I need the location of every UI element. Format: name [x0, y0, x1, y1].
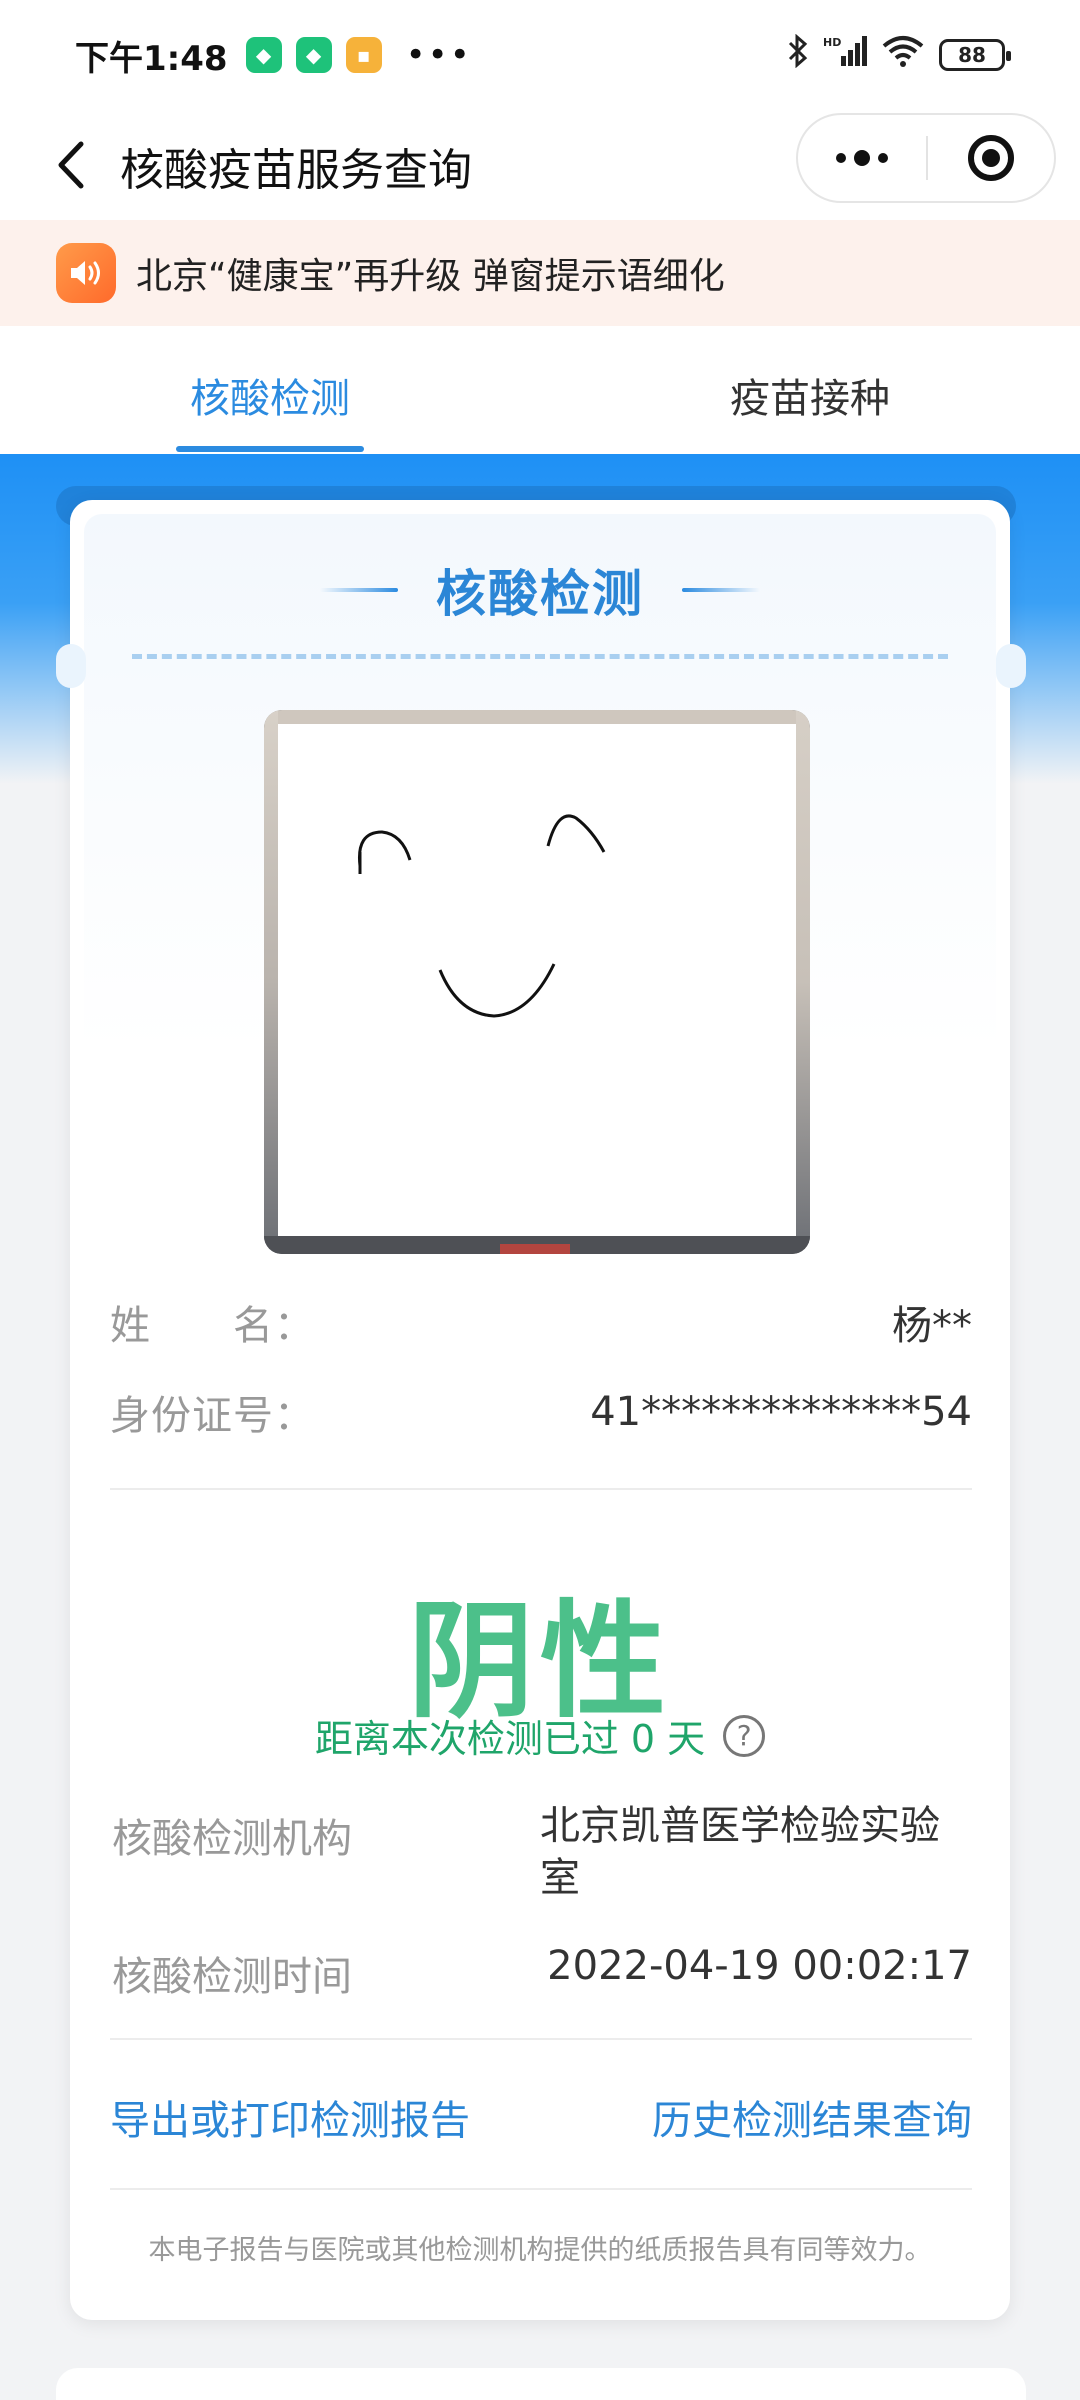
active-tab-indicator [176, 446, 364, 452]
next-card-peek [56, 2368, 1026, 2400]
export-report-link[interactable]: 导出或打印检测报告 [110, 2088, 470, 2146]
institution-value-line2: 室 [540, 1855, 580, 1901]
battery-icon: 88 [939, 39, 1011, 71]
notice-banner[interactable]: 北京“健康宝”再升级 弹窗提示语细化 [0, 220, 1080, 326]
title-decoration-right [682, 588, 760, 592]
name-row: 姓 名： 杨** [110, 1292, 972, 1352]
tab-vaccination[interactable]: 疫苗接种 [730, 366, 890, 424]
card-title-wrap: 核酸检测 [70, 560, 1010, 623]
test-time-value: 2022-04-19 00:02:17 [547, 1943, 972, 1989]
test-time-label: 核酸检测时间 [112, 1954, 352, 2000]
svg-text:HD: HD [823, 36, 841, 49]
institution-value-line1: 北京凯普医学检验实验 [540, 1803, 940, 1849]
id-row: 身份证号： 41**************54 [110, 1382, 972, 1442]
days-since-test: 距离本次检测已过 0 天 ? [70, 1708, 1010, 1763]
bluetooth-icon [787, 33, 809, 76]
help-icon[interactable]: ? [723, 1714, 766, 1757]
divider [110, 2038, 972, 2040]
name-value: 杨** [892, 1303, 972, 1349]
nav-bar: 核酸疫苗服务查询 [0, 110, 1080, 220]
days-since-text: 距离本次检测已过 0 天 [314, 1717, 706, 1761]
tab-bar: 核酸检测 疫苗接种 [0, 326, 1080, 454]
shield-app-icon-2: ◆ [295, 37, 332, 73]
target-icon [967, 135, 1014, 181]
miniapp-capsule [796, 113, 1056, 203]
user-photo [264, 710, 810, 1254]
more-dot-icon [836, 153, 846, 163]
institution-label: 核酸检测机构 [112, 1816, 352, 1862]
id-value: 41**************54 [590, 1389, 972, 1435]
status-time: 下午1:48 [75, 38, 228, 79]
notes-app-icon: ▪ [345, 37, 382, 73]
speaker-icon [56, 243, 116, 303]
card-notch-right [996, 644, 1026, 688]
more-dot-icon [878, 153, 888, 163]
more-notifications-icon: ••• [405, 35, 472, 75]
tab-nucleic-test[interactable]: 核酸检测 [190, 366, 350, 424]
id-label: 身份证号： [110, 1393, 315, 1439]
card-notch-left [56, 644, 86, 688]
history-results-link[interactable]: 历史检测结果查询 [652, 2088, 972, 2146]
status-bar: 下午1:48 ◆ ◆ ▪ ••• HD 88 [0, 0, 1080, 110]
back-button[interactable] [40, 132, 100, 198]
title-decoration-left [320, 588, 398, 592]
more-menu-button[interactable] [798, 115, 926, 201]
close-miniapp-button[interactable] [928, 115, 1054, 201]
signal-icon: HD [823, 34, 867, 76]
shield-app-icon: ◆ [245, 37, 282, 73]
chevron-left-icon [58, 141, 84, 189]
page-title: 核酸疫苗服务查询 [120, 145, 472, 196]
smiley-drawing [278, 724, 796, 1236]
notice-text: 北京“健康宝”再升级 弹窗提示语细化 [136, 256, 725, 297]
name-label: 姓 名： [110, 1303, 315, 1349]
divider [110, 2188, 972, 2190]
divider [110, 1488, 972, 1490]
card-title: 核酸检测 [436, 565, 644, 623]
wifi-icon [881, 34, 925, 76]
more-dot-icon [854, 150, 870, 166]
dashed-divider [132, 654, 948, 659]
institution-value: 北京凯普医学检验实验 室 [540, 1800, 940, 1904]
legal-footnote: 本电子报告与医院或其他检测机构提供的纸质报告具有同等效力。 [148, 2235, 932, 2266]
